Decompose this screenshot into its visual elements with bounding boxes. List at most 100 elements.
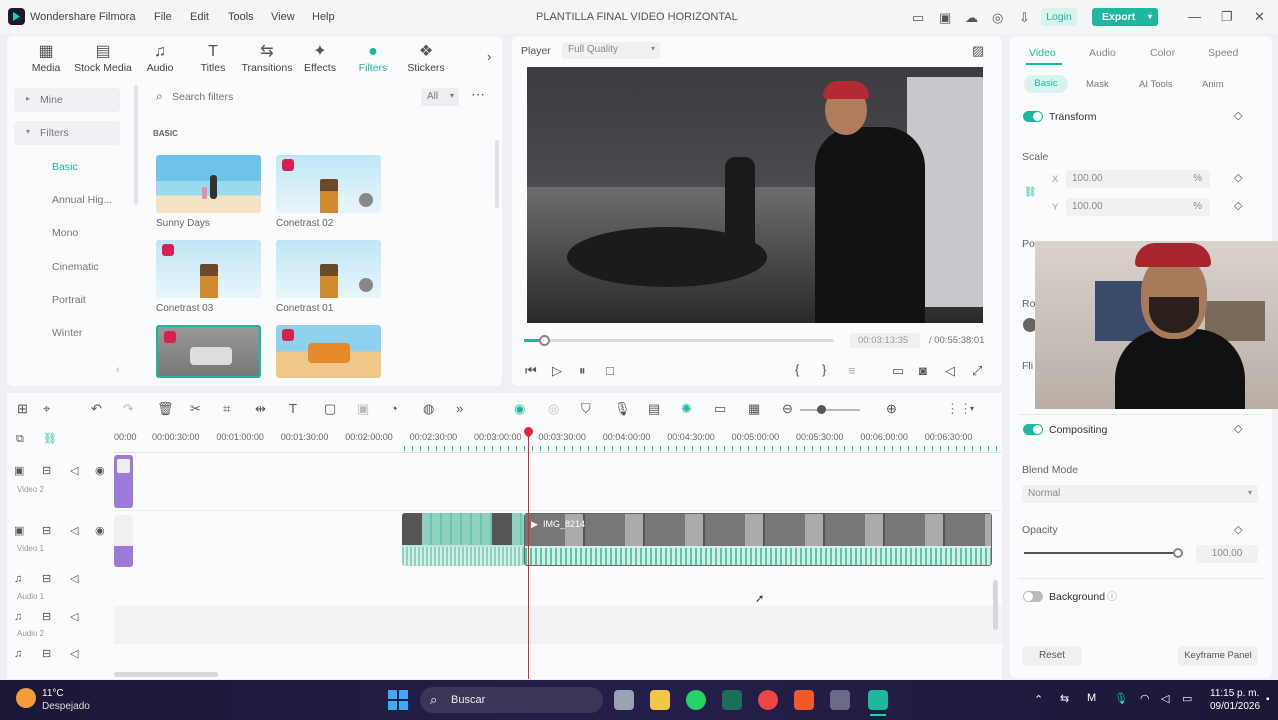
snapshot-icon[interactable]: ▦: [748, 402, 760, 415]
timeline-ruler[interactable]: 00:00 00:00:30:00 00:01:00:00 00:01:30:00 00…: [114, 428, 1002, 454]
display-icon[interactable]: ▭: [892, 364, 904, 377]
clip-video-2[interactable]: [114, 455, 133, 508]
mark-in-icon[interactable]: {: [795, 363, 799, 376]
sidebar-item-cinematic[interactable]: Cinematic: [52, 261, 99, 273]
transform-toggle[interactable]: [1023, 111, 1043, 122]
compositing-toggle[interactable]: [1023, 424, 1043, 435]
zoom-in-icon[interactable]: ⊕: [886, 402, 897, 415]
windows-start-icon[interactable]: [388, 690, 408, 710]
monitor-icon[interactable]: ▭: [912, 11, 924, 24]
filter-thumb-conetrast-02[interactable]: [276, 155, 381, 213]
keyframe-panel-button[interactable]: Keyframe Panel: [1178, 646, 1258, 666]
tray-chevron-icon[interactable]: ⌃: [1034, 693, 1043, 706]
tab-color[interactable]: Color: [1150, 47, 1175, 59]
current-time[interactable]: 00:03:13:35: [850, 333, 920, 348]
cloud-icon[interactable]: ☁: [965, 11, 978, 24]
keyframe-icon[interactable]: ◇: [1234, 110, 1242, 123]
color-icon[interactable]: ◍: [423, 402, 434, 415]
mute-icon[interactable]: ◁: [70, 648, 78, 661]
search-input[interactable]: [172, 88, 372, 106]
sidebar-filters[interactable]: ▾ Filters: [14, 121, 120, 145]
subtab-basic[interactable]: Basic: [1024, 75, 1068, 93]
keyframe-icon[interactable]: ◇: [1234, 423, 1242, 436]
mute-icon[interactable]: ◁: [70, 525, 78, 538]
blend-mode-select[interactable]: Normal ▾: [1022, 485, 1258, 503]
download-icon[interactable]: ⇩: [1019, 11, 1030, 24]
clock-date[interactable]: 09/01/2026: [1210, 701, 1260, 712]
fullscreen-icon[interactable]: ⤢: [972, 364, 982, 377]
playhead[interactable]: [528, 428, 529, 679]
more-icon[interactable]: ⋯: [471, 87, 485, 101]
filter-select[interactable]: All ▾: [421, 88, 459, 106]
sidebar-item-annual[interactable]: Annual Hig...: [52, 194, 112, 206]
lock-icon[interactable]: ⊟: [42, 648, 51, 661]
tab-video[interactable]: Video: [1029, 47, 1056, 59]
menu-view[interactable]: View: [271, 11, 295, 23]
zoom-handle[interactable]: [817, 405, 826, 414]
wifi-icon[interactable]: ◠: [1140, 692, 1150, 705]
sidebar-item-portrait[interactable]: Portrait: [52, 294, 86, 306]
link-icon[interactable]: ⛓: [43, 433, 57, 446]
chrome-icon[interactable]: [758, 690, 778, 710]
playback-handle[interactable]: [539, 335, 550, 346]
menu-tools[interactable]: Tools: [228, 11, 254, 23]
brave-icon[interactable]: [794, 690, 814, 710]
whatsapp-icon[interactable]: [686, 690, 706, 710]
split-icon[interactable]: ⇹: [255, 402, 266, 415]
tab-audio[interactable]: Audio: [1089, 47, 1116, 59]
lock-icon[interactable]: ⊟: [42, 465, 51, 478]
timeline-vscrollbar[interactable]: [993, 580, 998, 630]
eye-icon[interactable]: ◉: [95, 525, 105, 538]
minimize-icon[interactable]: —: [1188, 10, 1201, 23]
filter-thumb-mono[interactable]: [156, 325, 261, 378]
snapshot-icon[interactable]: ▨: [972, 44, 984, 57]
opacity-slider[interactable]: [1024, 552, 1178, 554]
tool-media[interactable]: ▦ Media: [16, 42, 76, 74]
opacity-input[interactable]: 100.00: [1196, 545, 1258, 563]
add-marker-icon[interactable]: ≡: [848, 364, 856, 377]
layout-icon[interactable]: ⊞: [17, 402, 28, 415]
volume-icon[interactable]: ◁: [945, 364, 955, 377]
library-scrollbar[interactable]: [495, 140, 499, 208]
grid-icon[interactable]: ⋮⋮: [946, 402, 972, 415]
mute-icon[interactable]: ◁: [70, 465, 78, 478]
tool-audio[interactable]: ♫ Audio: [130, 42, 190, 74]
chevron-right-icon[interactable]: ›: [487, 50, 491, 63]
voice-icon[interactable]: ▤: [648, 402, 660, 415]
app-icon[interactable]: [830, 690, 850, 710]
sidebar-item-basic[interactable]: Basic: [52, 161, 78, 173]
file-explorer-icon[interactable]: [650, 690, 670, 710]
tray-mic-icon[interactable]: 🎙: [1114, 692, 1128, 705]
filter-thumb-sunny-days[interactable]: [156, 155, 261, 213]
taskbar-search[interactable]: ⌕ Buscar: [420, 687, 603, 713]
sidebar-mine[interactable]: ▸ Mine: [14, 88, 120, 112]
keyframe-icon[interactable]: ◇: [1234, 200, 1242, 213]
delete-icon[interactable]: 🗑: [157, 402, 174, 415]
zoom-out-icon[interactable]: ⊖: [782, 402, 793, 415]
clip-video-1-start[interactable]: [114, 515, 133, 567]
tray-app-icon[interactable]: ⇆: [1060, 692, 1069, 705]
sidebar-item-mono[interactable]: Mono: [52, 227, 78, 239]
tool-titles[interactable]: T Titles: [183, 42, 243, 74]
cut-icon[interactable]: ✂: [190, 402, 201, 415]
reset-button[interactable]: Reset: [1022, 646, 1082, 666]
undo-icon[interactable]: ↶: [91, 402, 102, 415]
collapse-icon[interactable]: ‹: [116, 364, 120, 377]
keyframe-icon[interactable]: ◇: [1234, 524, 1242, 537]
task-view-icon[interactable]: [614, 690, 634, 710]
tool-stickers[interactable]: ❖ Stickers: [396, 42, 456, 74]
pause-icon[interactable]: ⏸: [579, 364, 586, 377]
tool-transitions[interactable]: ⇆ Transitions: [237, 42, 297, 74]
support-icon[interactable]: ◎: [992, 11, 1003, 24]
more-tools-icon[interactable]: »: [456, 402, 463, 415]
close-icon[interactable]: ✕: [1254, 10, 1265, 23]
menu-help[interactable]: Help: [312, 11, 335, 23]
help-icon[interactable]: ⓘ: [1107, 591, 1117, 604]
clip-main-video[interactable]: ▶ IMG_8214: [524, 513, 992, 566]
redo-icon[interactable]: ↷: [123, 402, 134, 415]
sidebar-scrollbar[interactable]: [134, 85, 138, 205]
play-icon[interactable]: ▷: [552, 364, 562, 377]
maximize-icon[interactable]: ❐: [1221, 10, 1233, 23]
filmora-taskbar-icon[interactable]: [722, 690, 742, 710]
filter-thumb-conetrast-01[interactable]: [276, 240, 381, 298]
